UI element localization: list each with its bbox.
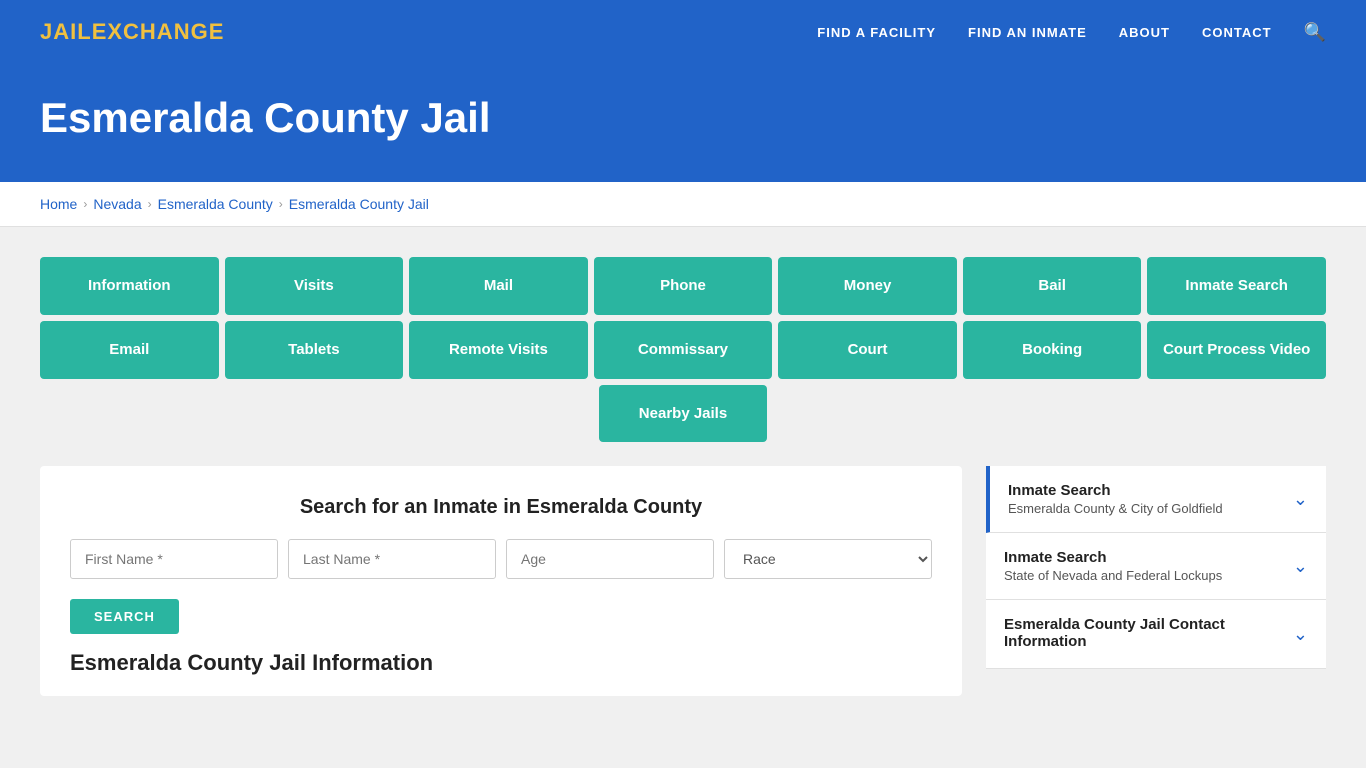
court-process-video-btn[interactable]: Court Process Video (1147, 321, 1326, 379)
bail-btn[interactable]: Bail (963, 257, 1142, 315)
nav-contact[interactable]: CONTACT (1202, 25, 1272, 40)
tablets-btn[interactable]: Tablets (225, 321, 404, 379)
visits-btn[interactable]: Visits (225, 257, 404, 315)
mail-btn[interactable]: Mail (409, 257, 588, 315)
commissary-btn[interactable]: Commissary (594, 321, 773, 379)
sidebar-contact-info[interactable]: Esmeralda County Jail Contact Informatio… (986, 600, 1326, 669)
breadcrumb-esmeralda-county[interactable]: Esmeralda County (158, 196, 273, 212)
nav-find-inmate[interactable]: FIND AN INMATE (968, 25, 1087, 40)
first-name-input[interactable] (70, 539, 278, 579)
phone-btn[interactable]: Phone (594, 257, 773, 315)
sidebar-item-1-subtitle: Esmeralda County & City of Goldfield (1008, 501, 1223, 516)
breadcrumb-sep-3: › (279, 197, 283, 211)
sidebar-item-3-title: Esmeralda County Jail Contact Informatio… (1004, 616, 1293, 650)
right-panel: Inmate Search Esmeralda County & City of… (986, 466, 1326, 696)
money-btn[interactable]: Money (778, 257, 957, 315)
breadcrumb-current: Esmeralda County Jail (289, 196, 429, 212)
chevron-down-icon: ⌄ (1293, 489, 1308, 510)
chevron-down-icon-3: ⌄ (1293, 624, 1308, 645)
sidebar-item-2-title: Inmate Search (1004, 549, 1222, 566)
breadcrumb-home[interactable]: Home (40, 196, 77, 212)
remote-visits-btn[interactable]: Remote Visits (409, 321, 588, 379)
search-icon[interactable]: 🔍 (1304, 22, 1326, 43)
breadcrumb: Home › Nevada › Esmeralda County › Esmer… (0, 182, 1366, 227)
information-btn[interactable]: Information (40, 257, 219, 315)
email-btn[interactable]: Email (40, 321, 219, 379)
buttons-row-3: Nearby Jails (40, 385, 1326, 442)
inmate-search-btn[interactable]: Inmate Search (1147, 257, 1326, 315)
search-form: Race White Black Hispanic Asian Other (70, 539, 932, 579)
left-panel: Search for an Inmate in Esmeralda County… (40, 466, 962, 696)
content-area: Search for an Inmate in Esmeralda County… (40, 466, 1326, 696)
page-title: Esmeralda County Jail (40, 94, 1326, 142)
bottom-section-title: Esmeralda County Jail Information (70, 650, 932, 676)
age-input[interactable] (506, 539, 714, 579)
search-title: Search for an Inmate in Esmeralda County (70, 496, 932, 519)
main-content: Information Visits Mail Phone Money Bail… (0, 227, 1366, 726)
chevron-down-icon-2: ⌄ (1293, 556, 1308, 577)
nav-links: FIND A FACILITY FIND AN INMATE ABOUT CON… (817, 22, 1326, 43)
breadcrumb-sep-1: › (83, 197, 87, 211)
hero-section: Esmeralda County Jail (0, 64, 1366, 182)
sidebar-item-2-subtitle: State of Nevada and Federal Lockups (1004, 568, 1222, 583)
breadcrumb-nevada[interactable]: Nevada (93, 196, 141, 212)
sidebar-inmate-search-state[interactable]: Inmate Search State of Nevada and Federa… (986, 533, 1326, 600)
last-name-input[interactable] (288, 539, 496, 579)
sidebar-item-1-title: Inmate Search (1008, 482, 1223, 499)
nav-find-facility[interactable]: FIND A FACILITY (817, 25, 936, 40)
breadcrumb-sep-2: › (148, 197, 152, 211)
search-button[interactable]: SEARCH (70, 599, 179, 634)
booking-btn[interactable]: Booking (963, 321, 1142, 379)
buttons-row-2: Email Tablets Remote Visits Commissary C… (40, 321, 1326, 379)
navigation: JAILEXCHANGE FIND A FACILITY FIND AN INM… (0, 0, 1366, 64)
nearby-jails-btn[interactable]: Nearby Jails (599, 385, 767, 442)
logo-jail: JAIL (40, 19, 92, 44)
sidebar-inmate-search-goldfield[interactable]: Inmate Search Esmeralda County & City of… (986, 466, 1326, 533)
race-select[interactable]: Race White Black Hispanic Asian Other (724, 539, 932, 579)
buttons-row-1: Information Visits Mail Phone Money Bail… (40, 257, 1326, 315)
logo-exchange: EXCHANGE (92, 19, 225, 44)
site-logo[interactable]: JAILEXCHANGE (40, 19, 224, 45)
nav-about[interactable]: ABOUT (1119, 25, 1170, 40)
court-btn[interactable]: Court (778, 321, 957, 379)
